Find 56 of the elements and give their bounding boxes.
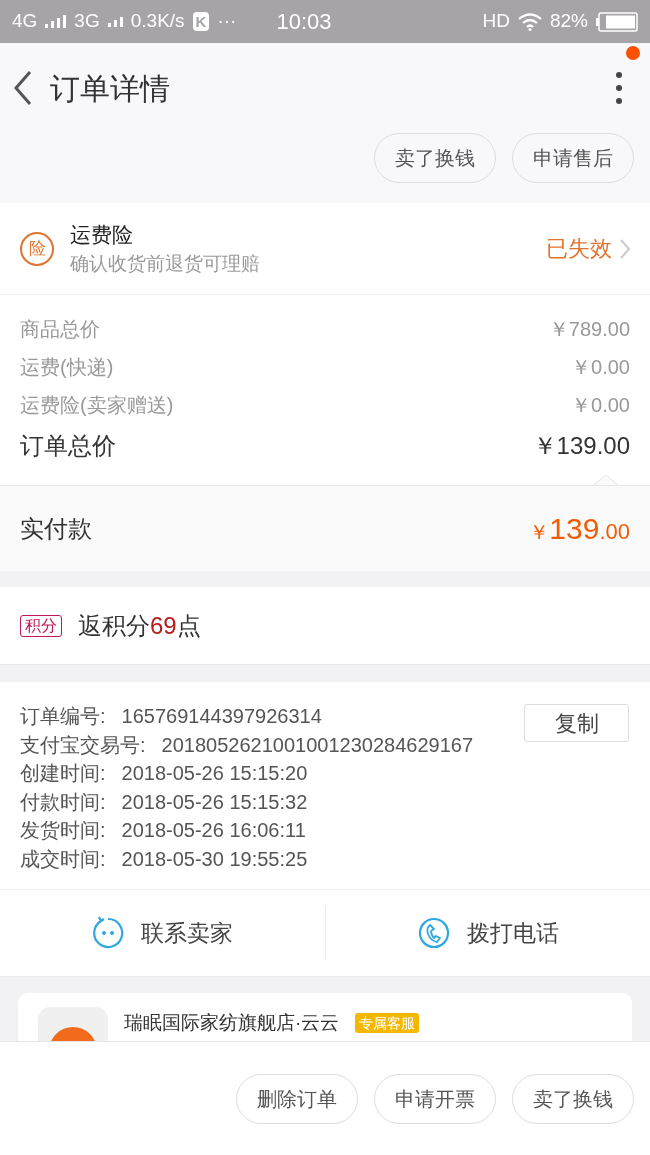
price-label: 运费险(卖家赠送) — [20, 393, 174, 418]
price-value: ￥789.00 — [548, 317, 630, 342]
more-text: ··· — [217, 9, 237, 34]
info-value: 2018052621001001230284629167 — [161, 732, 473, 758]
price-label: 运费(快递) — [20, 355, 114, 380]
app-badge: K — [192, 12, 210, 31]
info-label: 支付宝交易号: — [20, 732, 146, 758]
paid-amount: ￥139.00 — [529, 511, 630, 547]
insurance-row[interactable]: 险 运费险 确认收货前退货可理赔 已失效 — [0, 203, 650, 295]
points-text: 返积分69点 — [78, 610, 201, 641]
phone-icon — [416, 916, 451, 950]
bottom-action-button[interactable]: 删除订单 — [236, 1073, 358, 1124]
action-button[interactable]: 申请售后 — [512, 133, 634, 183]
info-value: 165769144397926314 — [121, 704, 322, 729]
copy-button[interactable]: 复制 — [524, 704, 629, 742]
total-label: 订单总价 — [20, 431, 116, 461]
smiley-chat-icon — [91, 916, 126, 950]
speed-text: 0.3K/s — [130, 9, 185, 34]
hd-label: HD — [482, 9, 510, 34]
network-label: 3G — [74, 9, 100, 34]
price-value: ￥0.00 — [571, 393, 630, 418]
store-card[interactable]: 瑞眠国际家纺旗舰店·云云 专属客服 — [18, 993, 632, 1041]
action-button[interactable]: 卖了换钱 — [374, 133, 496, 183]
store-name: 瑞眠国际家纺旗舰店·云云 — [124, 1011, 340, 1035]
price-label: 商品总价 — [20, 317, 100, 342]
insurance-status: 已失效 — [546, 235, 612, 263]
signal-icon — [45, 15, 67, 28]
info-value: 2018-05-26 15:15:32 — [121, 789, 308, 815]
battery-icon — [596, 11, 638, 32]
page-title: 订单详情 — [50, 70, 170, 107]
info-label: 创建时间: — [20, 761, 106, 786]
info-label: 订单编号: — [20, 704, 106, 729]
insurance-badge: 险 — [20, 231, 54, 266]
clock-text: 10:03 — [276, 8, 332, 36]
paid-label: 实付款 — [20, 513, 92, 544]
info-label: 付款时间: — [20, 789, 106, 815]
info-label: 发货时间: — [20, 818, 106, 843]
insurance-title: 运费险 — [70, 221, 134, 248]
signal-icon — [107, 16, 123, 27]
points-badge: 积分 — [20, 614, 62, 637]
info-value: 2018-05-26 15:15:20 — [121, 761, 308, 786]
bottom-action-button[interactable]: 卖了换钱 — [512, 1073, 634, 1124]
bottom-action-button[interactable]: 申请开票 — [374, 1073, 496, 1124]
chevron-right-icon — [620, 238, 630, 259]
info-value: 2018-05-30 19:55:25 — [121, 846, 308, 872]
info-label: 成交时间: — [20, 846, 106, 872]
contact-button[interactable]: 拨打电话 — [324, 906, 650, 960]
network-label: 4G — [12, 9, 38, 34]
battery-text: 82% — [549, 9, 588, 34]
total-value: ￥139.00 — [532, 431, 630, 461]
store-badge: 专属客服 — [355, 1013, 420, 1033]
info-value: 2018-05-26 16:06:11 — [121, 818, 306, 843]
price-value: ￥0.00 — [571, 355, 630, 380]
insurance-subtitle: 确认收货前退货可理赔 — [70, 252, 260, 276]
contact-button[interactable]: 联系卖家 — [0, 906, 325, 960]
wifi-icon — [517, 12, 542, 31]
